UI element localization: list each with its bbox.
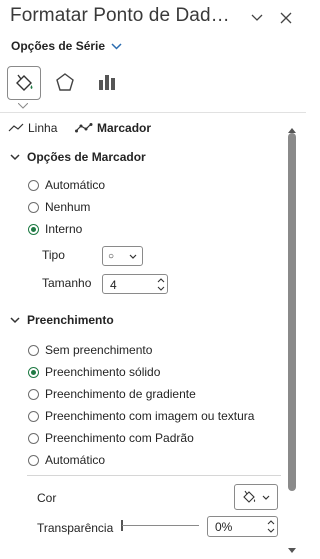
- marker-none-label: Nenhum: [45, 200, 91, 214]
- solid-fill-option[interactable]: Preenchimento sólido: [28, 365, 160, 379]
- paint-bucket-icon: [16, 74, 33, 91]
- pattern-fill-label: Preenchimento com Padrão: [45, 431, 194, 445]
- close-icon: [280, 12, 292, 24]
- size-label: Tamanho: [42, 276, 92, 290]
- radio-button-checked[interactable]: [28, 223, 39, 235]
- solid-fill-label: Preenchimento sólido: [45, 365, 161, 379]
- picture-fill-option[interactable]: Preenchimento com imagem ou textura: [28, 409, 254, 423]
- spinner-arrows-icon[interactable]: [267, 519, 275, 534]
- marker-builtin-option[interactable]: Interno: [28, 222, 82, 236]
- radio-button[interactable]: [28, 432, 39, 444]
- radio-button[interactable]: [28, 179, 39, 191]
- close-button[interactable]: [277, 9, 295, 27]
- effects-tab[interactable]: [49, 66, 81, 98]
- radio-button[interactable]: [28, 454, 39, 466]
- fill-line-tab[interactable]: [7, 66, 41, 100]
- transparency-value: 0%: [215, 520, 233, 534]
- radio-button-checked[interactable]: [28, 366, 39, 378]
- no-fill-option[interactable]: Sem preenchimento: [28, 343, 152, 357]
- pattern-fill-option[interactable]: Preenchimento com Padrão: [28, 431, 194, 445]
- chevron-down-icon: [10, 316, 20, 323]
- pentagon-icon: [56, 73, 74, 91]
- transparency-slider-track[interactable]: [122, 525, 199, 526]
- picture-fill-label: Preenchimento com imagem ou textura: [45, 409, 255, 423]
- marker-automatic-option[interactable]: Automático: [28, 178, 105, 192]
- radio-button[interactable]: [28, 388, 39, 400]
- radio-button[interactable]: [28, 201, 39, 213]
- marker-type-dropdown[interactable]: ○: [102, 246, 143, 266]
- line-subtab-label: Linha: [28, 121, 58, 135]
- chevron-down-icon: [262, 495, 270, 500]
- marker-none-option[interactable]: Nenhum: [28, 200, 90, 214]
- marker-type-value: ○: [108, 250, 115, 262]
- active-tab-pointer: [17, 96, 29, 109]
- transparency-spinner[interactable]: 0%: [207, 516, 278, 537]
- bar-chart-icon: [99, 75, 115, 90]
- marker-subtab-label: Marcador: [97, 121, 152, 135]
- chevron-down-icon: [251, 14, 263, 21]
- radio-button[interactable]: [28, 344, 39, 356]
- marker-size-value: 4: [110, 278, 117, 292]
- marker-line-icon: [75, 123, 93, 133]
- marker-options-title: Opções de Marcador: [27, 150, 146, 164]
- transparency-label: Transparência: [37, 521, 114, 535]
- scroll-down-arrow[interactable]: [287, 541, 297, 559]
- color-label: Cor: [37, 491, 57, 505]
- marker-options-section-header[interactable]: Opções de Marcador: [10, 150, 146, 164]
- type-label: Tipo: [42, 248, 65, 262]
- radio-button[interactable]: [28, 410, 39, 422]
- no-fill-label: Sem preenchimento: [45, 343, 153, 357]
- series-options-dropdown[interactable]: Opções de Série: [11, 39, 122, 53]
- chevron-down-icon: [111, 42, 122, 50]
- pane-options-button[interactable]: [248, 9, 266, 27]
- chevron-down-icon: [10, 153, 20, 160]
- series-options-tab[interactable]: [91, 66, 123, 98]
- fill-color-picker[interactable]: [234, 484, 278, 510]
- chevron-down-icon: [129, 254, 137, 259]
- line-subtab[interactable]: Linha: [8, 121, 57, 135]
- marker-automatic-label: Automático: [45, 178, 106, 192]
- pane-title: Formatar Ponto de Dad…: [10, 5, 230, 26]
- divider: [0, 112, 306, 113]
- marker-subtab[interactable]: Marcador: [75, 121, 151, 135]
- paint-bucket-icon: [243, 490, 256, 503]
- spinner-arrows-icon[interactable]: [157, 277, 165, 292]
- fill-section-title: Preenchimento: [27, 313, 114, 327]
- gradient-fill-label: Preenchimento de gradiente: [45, 387, 196, 401]
- series-options-label: Opções de Série: [11, 39, 106, 53]
- marker-builtin-label: Interno: [45, 222, 83, 236]
- fill-section-header[interactable]: Preenchimento: [10, 313, 114, 327]
- automatic-fill-option[interactable]: Automático: [28, 453, 105, 467]
- gradient-fill-option[interactable]: Preenchimento de gradiente: [28, 387, 196, 401]
- divider: [27, 475, 281, 476]
- marker-size-spinner[interactable]: 4: [102, 274, 168, 294]
- line-icon: [8, 123, 24, 132]
- automatic-fill-label: Automático: [45, 453, 106, 467]
- scrollbar-thumb[interactable]: [288, 133, 296, 491]
